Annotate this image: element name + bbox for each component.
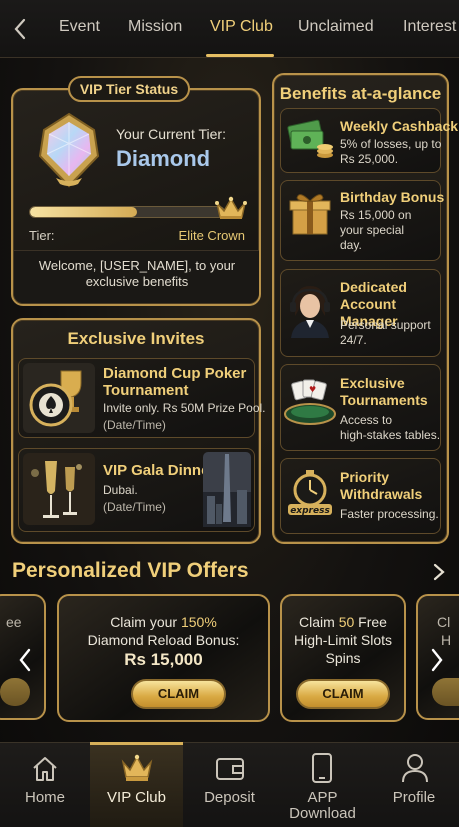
offer-peek-left-text: ee	[6, 614, 22, 630]
benefit-birthday-title: Birthday Bonus	[340, 189, 445, 205]
poker-table-icon: ♥	[284, 379, 336, 425]
cash-icon	[287, 119, 333, 158]
welcome-message: Welcome, [USER_NAME], to your exclusive …	[38, 258, 236, 289]
tier-status-header: VIP Tier Status	[68, 76, 190, 102]
nav-home[interactable]: Home	[0, 742, 90, 827]
tab-unclaimed[interactable]: Unclaimed	[298, 18, 374, 36]
offer-spins-line1: Claim 50 Free	[299, 614, 387, 630]
current-tier-label: Your Current Tier:	[116, 126, 226, 142]
benefit-tournaments-title: Exclusive Tournaments	[340, 375, 428, 408]
benefit-tournaments-line1: Access to	[340, 413, 393, 427]
champagne-icon	[23, 453, 95, 525]
city-skyline-image	[203, 452, 251, 527]
offer-reload-line2: Diamond Reload Bonus:	[87, 632, 240, 648]
exclusive-invites-title: Exclusive Invites	[67, 329, 205, 348]
invite-gala-title: VIP Gala Dinner	[103, 462, 216, 479]
benefit-withdrawals-title: Priority Withdrawals	[340, 469, 423, 502]
benefit-birthday-line3: day.	[340, 238, 362, 252]
offer-spins-line3: Spins	[325, 650, 361, 666]
benefit-account-manager-line2: 24/7.	[340, 333, 367, 347]
benefit-birthday-line1: Rs 15,000 on	[340, 208, 412, 222]
nav-home-label: Home	[24, 789, 65, 806]
nav-vip-club-label: VIP Club	[107, 789, 166, 806]
nav-profile[interactable]: Profile	[369, 742, 459, 827]
benefit-account-manager-line1: Personal support	[340, 318, 431, 332]
tab-interest[interactable]: Interest	[403, 18, 456, 36]
tab-vip-club[interactable]: VIP Club	[210, 18, 273, 36]
tier-progress-start-label: Tier:	[29, 228, 55, 243]
nav-app-download-label: APP Download	[289, 789, 356, 822]
benefit-weekly-cashback-line2: Rs 25,000.	[340, 152, 399, 166]
benefit-birthday-line2: your special	[340, 223, 405, 237]
back-arrow-icon[interactable]	[10, 16, 30, 42]
home-icon	[33, 757, 57, 781]
crown-icon	[121, 754, 153, 781]
offer-peek-right-button[interactable]	[432, 678, 459, 706]
claim-free-spins-button[interactable]: CLAIM	[296, 679, 390, 709]
offers-see-more-arrow-icon[interactable]	[431, 562, 447, 582]
next-tier-label: Elite Crown	[178, 228, 245, 243]
offer-reload-highlight: 150%	[180, 614, 217, 630]
diamond-tier-emblem-icon	[38, 112, 100, 188]
nav-vip-club[interactable]: VIP Club	[90, 742, 183, 827]
nav-deposit-label: Deposit	[204, 789, 255, 806]
invite-poker-datetime: (Date/Time)	[103, 418, 166, 432]
offer-peek-left-button[interactable]	[0, 678, 30, 706]
crown-icon	[215, 196, 247, 219]
benefit-tournaments-line2: high-stakes tables.	[340, 428, 441, 442]
tab-event[interactable]: Event	[59, 18, 100, 36]
invite-gala-datetime: (Date/Time)	[103, 500, 166, 514]
active-tab-indicator	[206, 54, 274, 57]
nav-app-download[interactable]: APP Download	[276, 742, 369, 827]
express-badge-text: express	[290, 506, 330, 516]
carousel-next-arrow-icon[interactable]	[424, 640, 450, 680]
benefit-weekly-cashback-title: Weekly Cashback	[340, 118, 459, 134]
invite-gala-location: Dubai.	[103, 483, 138, 497]
benefit-weekly-cashback-line1: 5% of losses, up to	[340, 137, 442, 151]
offer-reload-line1: Claim your 150%	[110, 614, 217, 630]
carousel-prev-arrow-icon[interactable]	[12, 640, 38, 680]
invite-poker-detail: Invite only. Rs 50M Prize Pool.	[103, 401, 266, 415]
current-tier-value: Diamond	[116, 146, 211, 171]
invite-poker-title: Diamond Cup Poker Tournament	[103, 365, 247, 399]
tier-progress-fill	[30, 207, 137, 217]
profile-icon	[402, 754, 428, 783]
svg-text:♥: ♥	[309, 385, 316, 394]
wallet-icon	[216, 758, 244, 780]
offer-spins-line2: High-Limit Slots	[293, 632, 393, 648]
phone-icon	[312, 753, 332, 783]
claim-reload-bonus-button[interactable]: CLAIM	[131, 679, 226, 709]
nav-profile-label: Profile	[392, 789, 436, 806]
benefit-withdrawals-line1: Faster processing.	[340, 507, 439, 521]
offer-spins-highlight: 50	[338, 614, 355, 630]
tab-mission[interactable]: Mission	[128, 18, 182, 36]
offer-reload-amount: Rs 15,000	[124, 650, 203, 669]
nav-deposit[interactable]: Deposit	[183, 742, 276, 827]
vip-offers-title: Personalized VIP Offers	[12, 559, 249, 582]
stopwatch-icon: express	[288, 470, 332, 516]
offer-peek-right-line1: Cl	[437, 614, 451, 630]
tier-progress-bar	[29, 206, 225, 218]
gift-icon	[289, 194, 331, 235]
benefits-title: Benefits at-a-glance	[279, 84, 442, 103]
account-manager-icon	[290, 286, 330, 338]
poker-trophy-icon	[23, 363, 95, 433]
